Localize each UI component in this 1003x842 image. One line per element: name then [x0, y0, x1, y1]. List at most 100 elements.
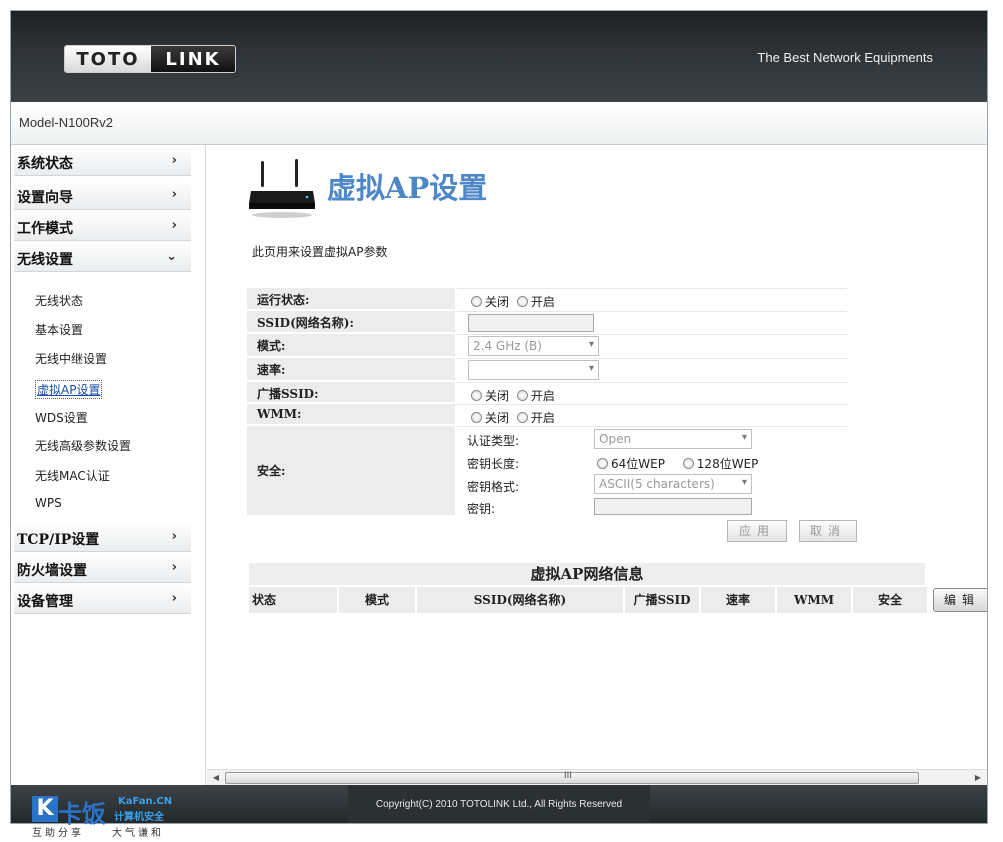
key-64-radio[interactable]: [597, 458, 608, 469]
totolink-logo: TOTO LINK: [64, 45, 236, 73]
key-format-select[interactable]: ASCII(5 characters): [594, 474, 752, 494]
chevron-right-icon: ›: [171, 529, 177, 544]
kafan-watermark: K 卡饭 KaFan.CN 计算机安全 互助分享 大气谦和: [32, 794, 182, 839]
grip-icon: III: [564, 771, 572, 781]
menu-wireless-settings[interactable]: 无线设置 ⌄: [14, 243, 191, 272]
broadcast-off-radio[interactable]: [471, 390, 482, 401]
browser-frame: TOTO LINK The Best Network Equipments Mo…: [10, 10, 988, 824]
run-state-value: 关闭 开启: [457, 288, 847, 309]
key-128-radio[interactable]: [682, 458, 694, 469]
rate-value: [457, 358, 847, 380]
page-description: 此页用来设置虚拟AP参数: [252, 245, 388, 259]
menu-device-management[interactable]: 设备管理 ›: [14, 585, 191, 614]
broadcast-on-radio[interactable]: [516, 390, 528, 401]
copyright: Copyright(C) 2010 TOTOLINK Ltd., All Rig…: [348, 785, 650, 823]
horizontal-scrollbar[interactable]: ◀ III ▶: [207, 769, 987, 785]
rate-row: 速率:: [247, 358, 847, 381]
mode-value: 2.4 GHz (B): [457, 334, 847, 356]
logo-left-text: TOTO: [65, 46, 151, 72]
chevron-right-icon: ›: [171, 591, 177, 606]
mode-label: 模式:: [247, 334, 455, 356]
watermark-site: KaFan.CN: [118, 796, 173, 807]
security-label: 安全:: [247, 426, 455, 515]
model-name: Model-N100Rv2: [19, 115, 113, 130]
menu-label: 工作模式: [17, 221, 73, 237]
sidebar-item-basic-settings[interactable]: 基本设置: [35, 321, 83, 338]
watermark-tagline: 计算机安全: [114, 812, 164, 823]
sidebar-item-repeater[interactable]: 无线中继设置: [35, 350, 107, 367]
auth-type-select[interactable]: Open: [594, 429, 752, 449]
header: TOTO LINK The Best Network Equipments: [11, 11, 987, 102]
rate-select[interactable]: [468, 360, 599, 380]
model-bar: Model-N100Rv2: [11, 102, 987, 145]
run-state-off-radio[interactable]: [471, 296, 482, 307]
scroll-left-icon[interactable]: ◀: [209, 771, 223, 785]
sidebar: 系统状态 › 设置向导 › 工作模式 › 无线设置 ⌄ 无线状态 基本设置 无线…: [11, 145, 206, 785]
auth-type-label: 认证类型:: [467, 434, 520, 448]
broadcast-ssid-row: 广播SSID: 关闭 开启: [247, 382, 847, 403]
key-input[interactable]: [594, 498, 752, 515]
menu-system-status[interactable]: 系统状态 ›: [14, 147, 191, 176]
wmm-value: 关闭 开启: [457, 404, 847, 425]
wmm-row: WMM: 关闭 开启: [247, 404, 847, 425]
mode-row: 模式: 2.4 GHz (B): [247, 334, 847, 357]
menu-tcpip[interactable]: TCP/IP设置 ›: [14, 523, 191, 552]
cancel-button[interactable]: 取消: [799, 520, 857, 542]
menu-label: 防火墙设置: [17, 563, 87, 579]
wmm-on-radio[interactable]: [516, 412, 528, 423]
off-label: 关闭: [485, 389, 510, 403]
key-format-label: 密钥格式:: [467, 480, 520, 494]
chevron-right-icon: ›: [171, 187, 177, 202]
broadcast-ssid-value: 关闭 开启: [457, 382, 847, 403]
ssid-label: SSID(网络名称):: [247, 311, 455, 332]
logo-right-text: LINK: [151, 46, 235, 72]
sidebar-item-virtual-ap[interactable]: 虚拟AP设置: [35, 380, 103, 399]
slogan: The Best Network Equipments: [757, 50, 933, 65]
scroll-right-icon[interactable]: ▶: [971, 771, 985, 785]
on-label: 开启: [530, 389, 555, 403]
mode-select[interactable]: 2.4 GHz (B): [468, 336, 599, 356]
run-state-on-radio[interactable]: [516, 296, 528, 307]
broadcast-ssid-label: 广播SSID:: [247, 382, 455, 402]
ap-info-title: 虚拟AP网络信息: [249, 563, 925, 585]
menu-label: 设备管理: [17, 594, 73, 610]
col-status: 状态: [249, 587, 337, 613]
wmm-label: WMM:: [247, 404, 455, 424]
col-wmm: WMM: [777, 587, 851, 613]
run-state-row: 运行状态: 关闭 开启: [247, 288, 847, 310]
col-ssid: SSID(网络名称): [417, 587, 623, 613]
col-mode: 模式: [339, 587, 415, 613]
off-label: 关闭: [485, 411, 510, 425]
sidebar-item-advanced[interactable]: 无线高级参数设置: [35, 437, 131, 454]
col-rate: 速率: [701, 587, 775, 613]
wmm-off-radio[interactable]: [471, 412, 482, 423]
sidebar-item-wds[interactable]: WDS设置: [35, 409, 88, 426]
chevron-right-icon: ›: [171, 560, 177, 575]
on-label: 开启: [530, 295, 555, 309]
key-length-label: 密钥长度:: [467, 457, 520, 471]
run-state-label: 运行状态:: [247, 288, 455, 309]
kafan-logo-icon: K: [32, 796, 58, 822]
edit-button[interactable]: 编辑: [933, 588, 987, 612]
apply-button[interactable]: 应用: [727, 520, 787, 542]
col-broadcast-ssid: 广播SSID: [625, 587, 699, 613]
sidebar-item-mac-auth[interactable]: 无线MAC认证: [35, 467, 110, 484]
chevron-down-icon: ⌄: [166, 249, 177, 264]
ssid-row: SSID(网络名称):: [247, 311, 847, 333]
security-row: 安全: 认证类型: Open 密钥长度: 64位WEP 128位WEP 密钥格式…: [247, 426, 847, 516]
key-128-label: 128位WEP: [696, 457, 759, 471]
menu-label: 无线设置: [17, 252, 73, 268]
router-icon: [249, 159, 315, 218]
menu-firewall[interactable]: 防火墙设置 ›: [14, 554, 191, 583]
sidebar-item-wps[interactable]: WPS: [35, 496, 62, 510]
scroll-thumb[interactable]: III: [225, 771, 919, 784]
sidebar-item-wireless-status[interactable]: 无线状态: [35, 292, 83, 309]
page-title: 虚拟AP设置: [327, 171, 488, 205]
menu-work-mode[interactable]: 工作模式 ›: [14, 212, 191, 241]
key-label: 密钥:: [467, 502, 496, 516]
menu-label: 设置向导: [17, 190, 73, 206]
ssid-input[interactable]: [468, 314, 594, 332]
menu-setup-wizard[interactable]: 设置向导 ›: [14, 181, 191, 210]
chevron-right-icon: ›: [171, 153, 177, 168]
watermark-motto-right: 大气谦和: [112, 828, 164, 839]
